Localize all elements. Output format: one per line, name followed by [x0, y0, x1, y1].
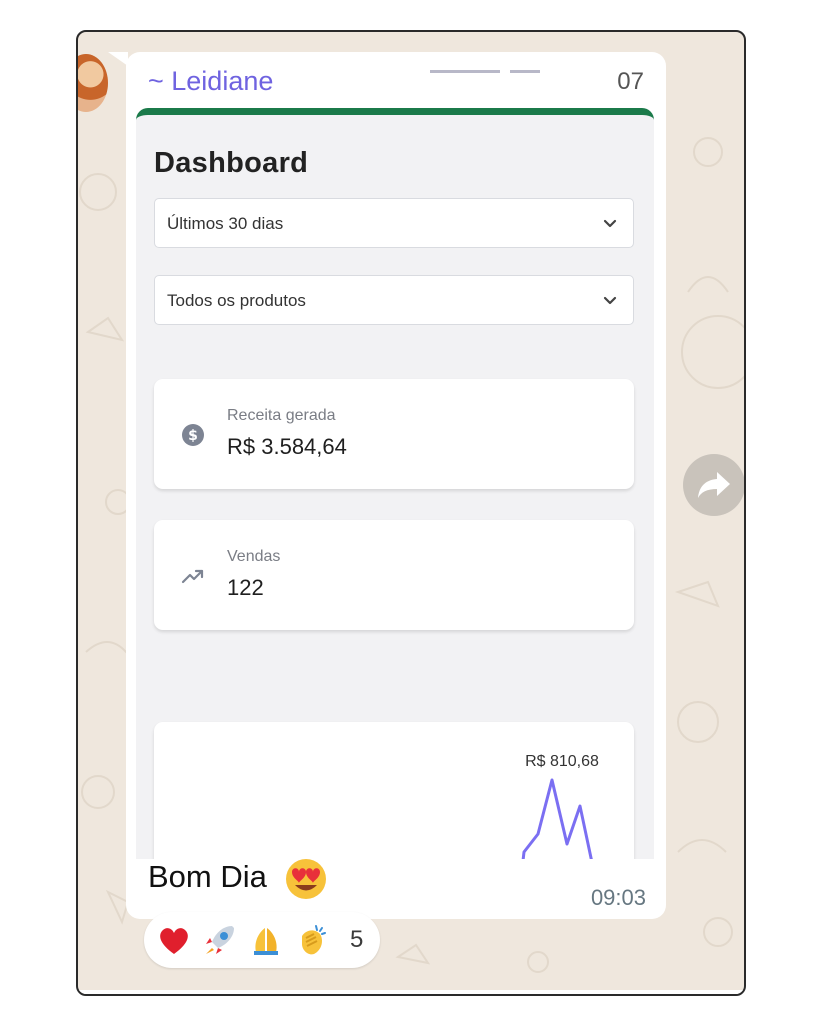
dashboard-title: Dashboard: [154, 147, 309, 179]
message-bubble[interactable]: ~ Leidiane 07 Dashboard Últimos 30 dias …: [126, 52, 666, 919]
message-time: 09:03: [590, 885, 646, 910]
attached-dashboard-image[interactable]: Dashboard Últimos 30 dias Todos os produ…: [136, 108, 654, 859]
revenue-value: R$ 3.584,64: [227, 434, 347, 459]
folded-hands-emoji-icon: [254, 928, 278, 955]
period-select[interactable]: Últimos 30 dias: [154, 198, 634, 248]
message-caption: Bom Dia: [148, 857, 328, 901]
rocket-emoji-icon: [206, 926, 234, 954]
caption-text: Bom Dia: [148, 859, 267, 895]
forward-arrow-icon: [698, 472, 730, 498]
reactions-bar[interactable]: 5: [144, 912, 380, 968]
chevron-down-icon: [603, 296, 617, 305]
heart-emoji-icon: [160, 928, 188, 954]
bubble-tail: [108, 52, 128, 66]
sales-value: 122: [227, 575, 264, 600]
heart-eyes-emoji-icon: [285, 859, 326, 899]
dollar-coin-icon: $: [182, 424, 204, 446]
chart-peak-label: R$ 810,68: [525, 753, 599, 770]
sender-partial-text: 07: [617, 68, 644, 95]
sender-redaction: [298, 66, 548, 96]
trending-up-icon: [181, 569, 204, 584]
product-select-value: Todos os produtos: [167, 291, 306, 310]
sales-label: Vendas: [227, 548, 281, 565]
revenue-label: Receita gerada: [227, 407, 336, 424]
chevron-down-icon: [603, 219, 617, 228]
reaction-count: 5: [350, 926, 364, 953]
revenue-chart-card: R$ 810,68: [154, 722, 634, 859]
next-message-edge: [78, 990, 744, 994]
chart-series-line: [521, 778, 593, 859]
revenue-line-chart: R$ 810,68: [521, 753, 599, 859]
period-select-value: Últimos 30 dias: [167, 214, 284, 233]
forward-button[interactable]: [683, 454, 744, 516]
product-select[interactable]: Todos os produtos: [154, 275, 634, 325]
sales-card: Vendas 122: [154, 520, 634, 630]
chat-window: ~ Leidiane 07 Dashboard Últimos 30 dias …: [76, 30, 746, 996]
svg-text:$: $: [188, 428, 198, 444]
sender-row: ~ Leidiane 07: [148, 66, 644, 100]
sender-name[interactable]: ~ Leidiane: [148, 66, 273, 97]
revenue-card: $ Receita gerada R$ 3.584,64: [154, 379, 634, 489]
clapping-hands-emoji-icon: [302, 925, 326, 955]
